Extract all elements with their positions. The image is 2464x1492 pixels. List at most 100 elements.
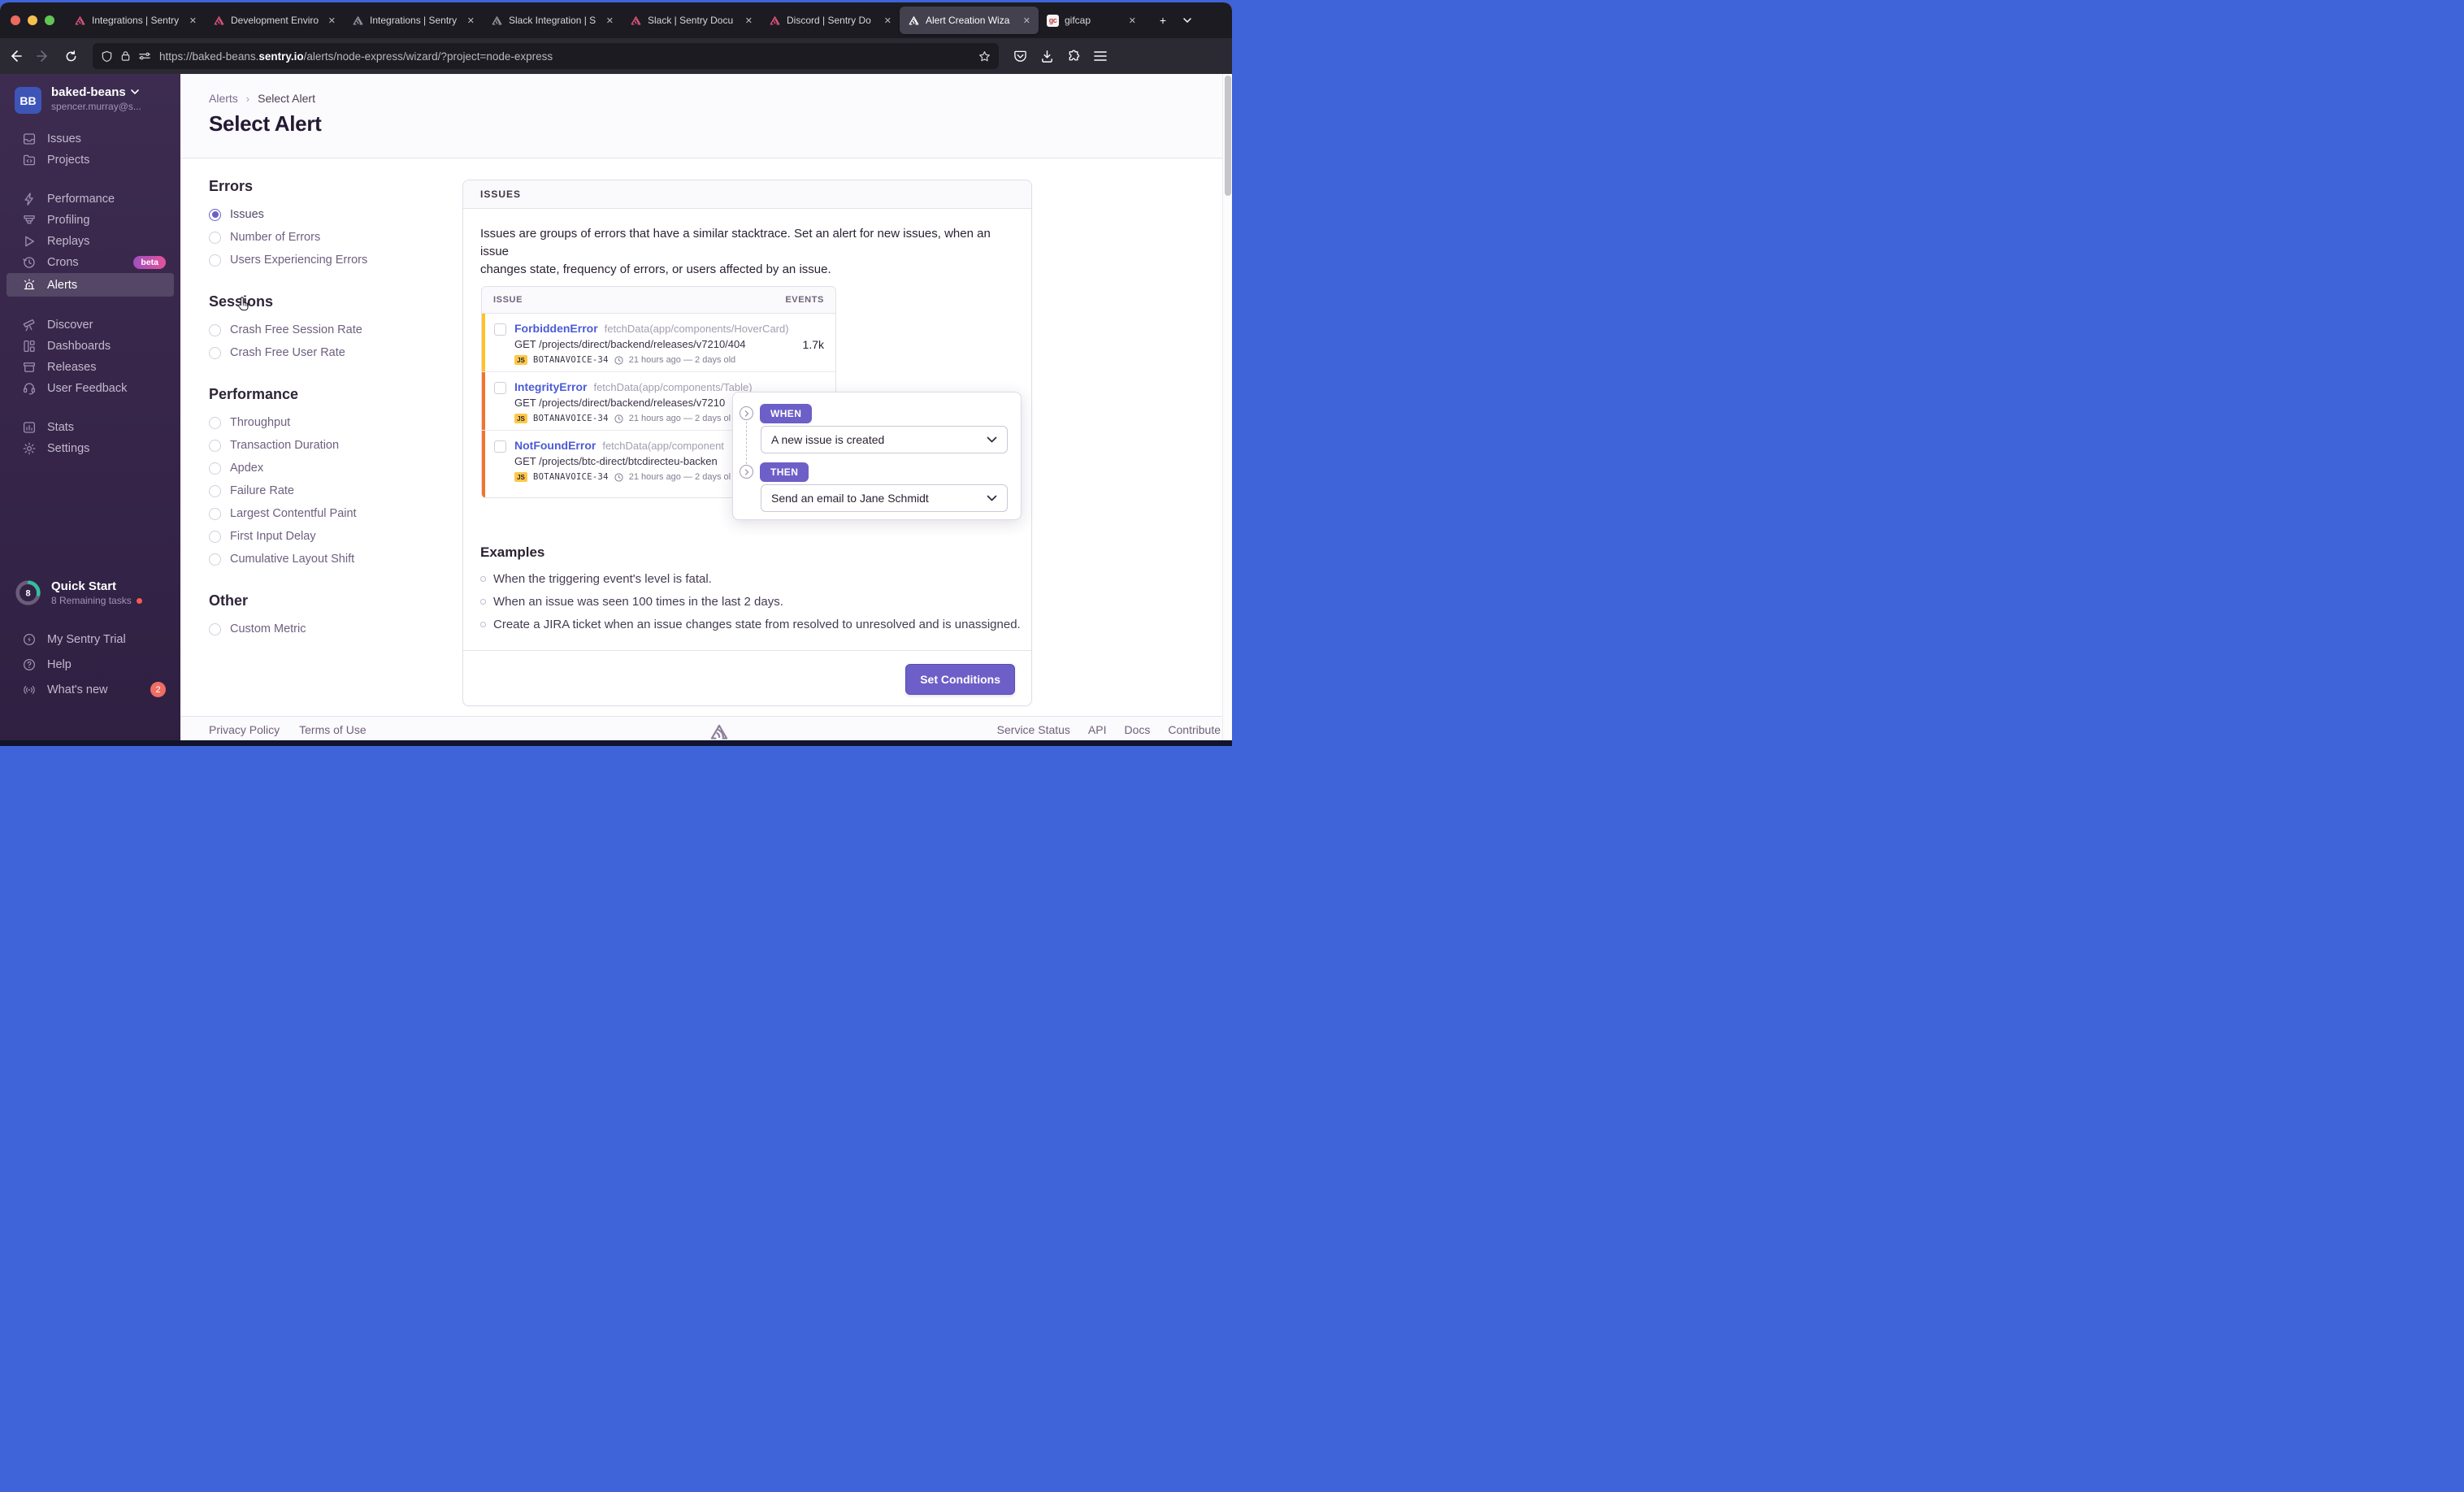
sidebar-item-help[interactable]: Help: [7, 652, 174, 677]
downloads-icon[interactable]: [1040, 50, 1054, 63]
sidebar-item-profiling[interactable]: Profiling: [7, 210, 174, 231]
footer-link[interactable]: Privacy Policy: [209, 723, 280, 736]
alert-option-radio[interactable]: Cumulative Layout Shift: [209, 548, 436, 570]
tab-alert-creation-wizard[interactable]: Alert Creation Wiza ✕: [900, 7, 1039, 34]
back-icon[interactable]: [3, 45, 28, 67]
radio-icon[interactable]: [209, 254, 221, 267]
issue-name-link[interactable]: NotFoundError: [514, 439, 596, 452]
performance-icon: [22, 192, 37, 206]
alert-option-radio[interactable]: Issues: [209, 203, 436, 226]
set-conditions-button[interactable]: Set Conditions: [905, 664, 1015, 695]
bookmark-star-icon[interactable]: [978, 50, 991, 63]
footer-link[interactable]: Terms of Use: [299, 723, 366, 736]
tab-close-icon[interactable]: ✕: [605, 15, 615, 26]
radio-icon[interactable]: [209, 622, 221, 635]
alert-option-radio[interactable]: Crash Free User Rate: [209, 341, 436, 364]
sidebar-item-whats-new[interactable]: What's new 2: [7, 677, 174, 702]
forward-icon[interactable]: [31, 45, 55, 67]
radio-icon[interactable]: [209, 484, 221, 497]
footer-link[interactable]: Service Status: [997, 723, 1070, 736]
footer-link[interactable]: Docs: [1125, 723, 1151, 736]
radio-icon[interactable]: [209, 462, 221, 475]
radio-icon[interactable]: [209, 208, 221, 221]
alert-option-radio[interactable]: Largest Contentful Paint: [209, 502, 436, 525]
radio-icon[interactable]: [209, 346, 221, 359]
window-minimize-button[interactable]: [28, 15, 37, 25]
sidebar-item-settings[interactable]: Settings: [7, 438, 174, 459]
tab-close-icon[interactable]: ✕: [883, 15, 893, 26]
scrollbar-track[interactable]: [1222, 74, 1232, 740]
footer-right-links: Service Status API Docs Contribute: [997, 723, 1221, 736]
alert-option-radio[interactable]: Crash Free Session Rate: [209, 319, 436, 341]
alert-option-radio[interactable]: Custom Metric: [209, 618, 436, 640]
lock-icon[interactable]: [120, 50, 131, 62]
tab-close-icon[interactable]: ✕: [744, 15, 754, 26]
tab-close-icon[interactable]: ✕: [1127, 15, 1138, 26]
new-tab-button[interactable]: +: [1151, 9, 1175, 32]
radio-icon[interactable]: [209, 530, 221, 543]
alert-option-radio[interactable]: Failure Rate: [209, 479, 436, 502]
row-checkbox[interactable]: [494, 323, 506, 336]
tab-integrations-1[interactable]: Integrations | Sentry ✕: [66, 7, 205, 34]
row-checkbox[interactable]: [494, 440, 506, 453]
alert-option-radio[interactable]: Number of Errors: [209, 226, 436, 249]
permissions-icon[interactable]: [138, 50, 151, 62]
issue-short-id: BOTANAVOICE-34: [533, 472, 609, 482]
sidebar-item-replays[interactable]: Replays: [7, 231, 174, 252]
sidebar-item-issues[interactable]: Issues: [7, 128, 174, 150]
alert-option-radio[interactable]: Throughput: [209, 411, 436, 434]
radio-icon[interactable]: [209, 323, 221, 336]
sidebar-item-dashboards[interactable]: Dashboards: [7, 336, 174, 357]
alert-option-radio[interactable]: Apdex: [209, 457, 436, 479]
alert-option-radio[interactable]: Users Experiencing Errors: [209, 249, 436, 271]
when-condition-select[interactable]: A new issue is created: [761, 426, 1008, 453]
org-switcher[interactable]: BB baked-beans spencer.murray@s...: [0, 74, 180, 114]
footer-link[interactable]: API: [1088, 723, 1107, 736]
sidebar-item-crons[interactable]: Crons beta: [7, 252, 174, 273]
quick-start[interactable]: 8 Quick Start 8 Remaining tasks: [0, 579, 157, 606]
reload-icon[interactable]: [59, 45, 83, 67]
tab-integrations-2[interactable]: Integrations | Sentry ✕: [344, 7, 483, 34]
url-text[interactable]: https://baked-beans.sentry.io/alerts/nod…: [159, 50, 972, 63]
then-action-select[interactable]: Send an email to Jane Schmidt: [761, 484, 1008, 512]
window-zoom-button[interactable]: [45, 15, 54, 25]
sidebar-item-alerts[interactable]: Alerts: [7, 273, 174, 297]
row-checkbox[interactable]: [494, 382, 506, 394]
sidebar-item-discover[interactable]: Discover: [7, 314, 174, 336]
tab-development-environment[interactable]: Development Enviro ✕: [205, 7, 344, 34]
extensions-icon[interactable]: [1067, 50, 1081, 63]
issue-name-link[interactable]: ForbiddenError: [514, 322, 598, 335]
tab-slack-integration[interactable]: Slack Integration | S ✕: [483, 7, 622, 34]
sidebar-item-releases[interactable]: Releases: [7, 357, 174, 378]
radio-icon[interactable]: [209, 416, 221, 429]
radio-icon[interactable]: [209, 439, 221, 452]
tab-close-icon[interactable]: ✕: [188, 15, 198, 26]
breadcrumb-alerts-link[interactable]: Alerts: [209, 92, 238, 105]
tab-discord-docs[interactable]: Discord | Sentry Do ✕: [761, 7, 900, 34]
menu-icon[interactable]: [1094, 50, 1107, 62]
list-tabs-icon[interactable]: [1175, 9, 1199, 32]
issue-name-link[interactable]: IntegrityError: [514, 380, 587, 393]
sidebar-item-stats[interactable]: Stats: [7, 417, 174, 438]
tab-close-icon[interactable]: ✕: [1022, 15, 1032, 26]
alert-option-radio[interactable]: Transaction Duration: [209, 434, 436, 457]
sidebar-item-my-sentry-trial[interactable]: My Sentry Trial: [7, 627, 174, 652]
tracking-shield-icon[interactable]: [101, 50, 113, 63]
tab-close-icon[interactable]: ✕: [327, 15, 337, 26]
url-bar[interactable]: https://baked-beans.sentry.io/alerts/nod…: [93, 43, 999, 69]
alert-option-radio[interactable]: First Input Delay: [209, 525, 436, 548]
footer-link[interactable]: Contribute: [1168, 723, 1221, 736]
pocket-icon[interactable]: [1013, 50, 1027, 63]
scrollbar-thumb[interactable]: [1225, 76, 1231, 196]
window-close-button[interactable]: [11, 15, 20, 25]
radio-icon[interactable]: [209, 553, 221, 566]
discover-icon: [22, 318, 37, 332]
tab-slack-docs[interactable]: Slack | Sentry Docu ✕: [622, 7, 761, 34]
radio-icon[interactable]: [209, 507, 221, 520]
sidebar-item-performance[interactable]: Performance: [7, 189, 174, 210]
sidebar-item-user-feedback[interactable]: User Feedback: [7, 378, 174, 399]
sidebar-item-projects[interactable]: Projects: [7, 150, 174, 171]
tab-close-icon[interactable]: ✕: [466, 15, 476, 26]
radio-icon[interactable]: [209, 231, 221, 244]
tab-gifcap[interactable]: gc gifcap ✕: [1039, 7, 1144, 34]
